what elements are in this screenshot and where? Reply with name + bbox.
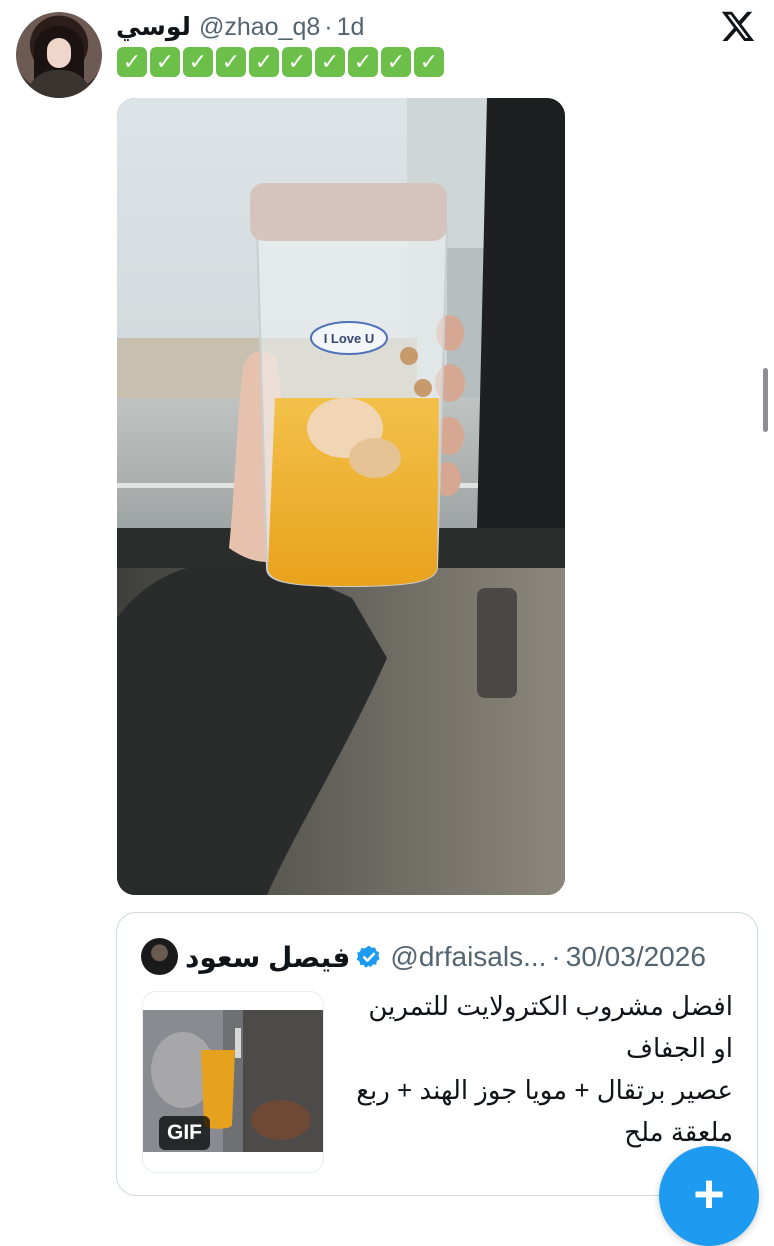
cup-bear <box>349 438 401 478</box>
quoted-tweet[interactable]: فيصل سعود @drfaisals... · 30/03/2026 GIF… <box>116 912 758 1196</box>
check-mark-icon: ✓ <box>414 47 444 77</box>
cookie <box>400 347 418 365</box>
quoted-post-date[interactable]: 30/03/2026 <box>566 941 706 973</box>
avatar-face <box>47 38 71 68</box>
quoted-author-avatar[interactable] <box>141 938 178 975</box>
author-display-name[interactable]: لوسي <box>116 12 191 42</box>
quoted-author-row: فيصل سعود @drfaisals... · 30/03/2026 <box>185 937 706 977</box>
quoted-text-line: افضل مشروب الكترولايت للتمرين <box>368 991 733 1021</box>
check-mark-icon: ✓ <box>381 47 411 77</box>
verified-badge-icon <box>357 945 381 968</box>
check-mark-icon: ✓ <box>348 47 378 77</box>
quoted-author-name[interactable]: فيصل سعود <box>185 941 350 974</box>
author-avatar[interactable] <box>16 12 102 98</box>
photo-illustration: I Love U <box>117 98 565 895</box>
compose-button[interactable]: + <box>659 1146 759 1246</box>
check-mark-icon: ✓ <box>216 47 246 77</box>
quoted-text-line: او الجفاف <box>626 1033 733 1063</box>
author-handle[interactable]: @zhao_q8 <box>199 13 320 42</box>
post-time[interactable]: 1d <box>337 13 365 42</box>
cup-text: I Love U <box>324 331 375 346</box>
quoted-author-handle[interactable]: @drfaisals... <box>390 941 546 973</box>
check-emoji-row: ✓ ✓ ✓ ✓ ✓ ✓ ✓ ✓ ✓ ✓ <box>117 47 444 77</box>
quoted-media[interactable]: GIF <box>142 991 324 1173</box>
cookie <box>414 379 432 397</box>
tweet-photo[interactable]: I Love U <box>117 98 565 895</box>
door-handle <box>477 588 517 698</box>
check-mark-icon: ✓ <box>150 47 180 77</box>
quoted-tweet-text: افضل مشروب الكترولايت للتمرين او الجفاف … <box>333 985 733 1153</box>
check-mark-icon: ✓ <box>315 47 345 77</box>
quoted-text-line: ملعقة ملح <box>624 1117 733 1147</box>
separator-dot: · <box>324 12 333 41</box>
check-mark-icon: ✓ <box>183 47 213 77</box>
x-logo-icon[interactable] <box>720 8 756 44</box>
check-mark-icon: ✓ <box>282 47 312 77</box>
quoted-separator-dot: · <box>551 941 561 972</box>
gif-badge: GIF <box>159 1116 210 1150</box>
check-mark-icon: ✓ <box>117 47 147 77</box>
check-mark-icon: ✓ <box>249 47 279 77</box>
page-scrollbar[interactable] <box>763 368 768 432</box>
author-name-row: لوسي @zhao_q8 · 1d <box>116 10 364 44</box>
quoted-text-line: عصير برتقال + مويا جوز الهند + ربع <box>356 1075 733 1105</box>
plus-icon: + <box>693 1164 725 1224</box>
cup-lid <box>250 183 447 241</box>
